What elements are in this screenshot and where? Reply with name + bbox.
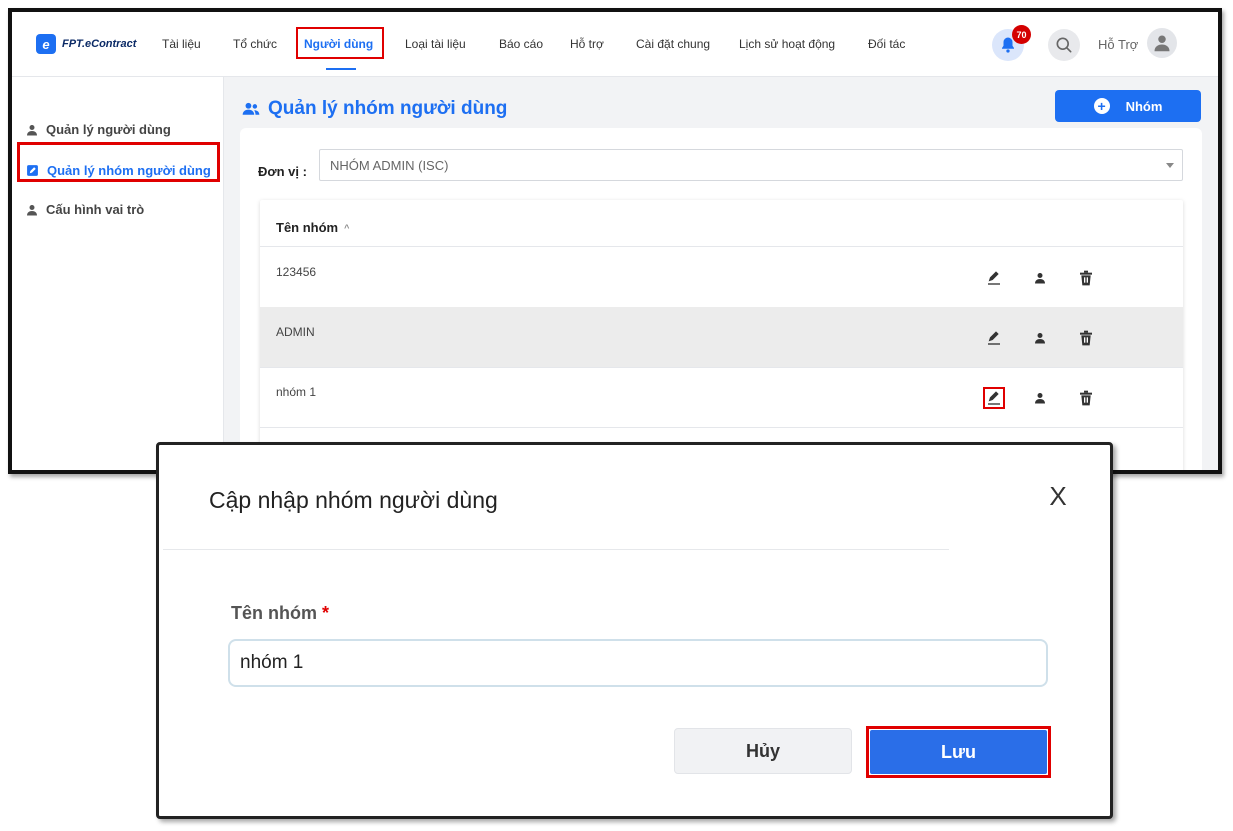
- nav-item-partners[interactable]: Đối tác: [868, 37, 905, 51]
- sort-icon: ^: [344, 222, 350, 233]
- cancel-button[interactable]: Hủy: [674, 728, 852, 774]
- update-group-modal: Cập nhập nhóm người dùng X Tên nhóm * Hủ…: [156, 442, 1113, 819]
- page-title-text: Quản lý nhóm người dùng: [268, 98, 508, 119]
- nav-highlight-box: [296, 27, 384, 59]
- content-card: Đơn vị : NHÓM ADMIN (ISC) Tên nhóm ^ 123…: [240, 128, 1202, 470]
- add-group-button[interactable]: + Nhóm: [1055, 90, 1201, 122]
- brand-name: FPT.eContract: [62, 38, 137, 50]
- trash-icon[interactable]: [1075, 267, 1097, 289]
- group-name-label: Tên nhóm *: [231, 603, 329, 624]
- sidebar: Quản lý người dùng Quản lý nhóm người dù…: [12, 77, 224, 470]
- row-group-name: ADMIN: [276, 325, 315, 339]
- close-icon: X: [1049, 480, 1067, 511]
- trash-icon[interactable]: [1075, 387, 1097, 409]
- group-table: Tên nhóm ^ 123456 ADMIN nhóm 1: [260, 200, 1183, 470]
- table-row: nhóm 1: [260, 367, 1183, 428]
- row-actions: [983, 327, 1097, 349]
- sidebar-item-label: Cấu hình vai trò: [46, 202, 145, 217]
- edit-icon[interactable]: [983, 267, 1005, 289]
- brand-logo[interactable]: e FPT.eContract: [36, 34, 136, 54]
- nav-item-documents[interactable]: Tài liệu: [162, 37, 201, 51]
- user-icon: [27, 204, 37, 215]
- column-header-label: Tên nhóm: [276, 220, 339, 235]
- add-group-label: Nhóm: [1125, 98, 1163, 114]
- modal-divider: [163, 549, 949, 550]
- required-marker: *: [322, 603, 330, 623]
- close-button[interactable]: X: [1043, 481, 1073, 511]
- row-actions: [983, 267, 1097, 289]
- user-icon: [27, 124, 37, 135]
- modal-title: Cập nhập nhóm người dùng: [209, 487, 498, 513]
- unit-label: Đơn vị :: [258, 164, 307, 179]
- user-icon: [1154, 35, 1170, 52]
- sidebar-item-user-management[interactable]: Quản lý người dùng: [26, 122, 171, 137]
- unit-select[interactable]: NHÓM ADMIN (ISC): [319, 149, 1183, 181]
- nav-item-general-settings[interactable]: Cài đặt chung: [636, 37, 710, 51]
- nav-item-reports[interactable]: Báo cáo: [499, 37, 543, 51]
- assign-user-icon[interactable]: [1029, 387, 1051, 409]
- row-actions: [983, 387, 1097, 409]
- plus-icon: +: [1093, 98, 1110, 114]
- top-navigation: e FPT.eContract Tài liệu Tổ chức Người d…: [12, 12, 1218, 77]
- sidebar-item-role-config[interactable]: Cấu hình vai trò: [26, 202, 144, 217]
- search-button[interactable]: [1048, 29, 1080, 61]
- table-row: 123456: [260, 247, 1183, 308]
- chevron-down-icon: [1166, 163, 1174, 168]
- column-header-group-name[interactable]: Tên nhóm ^: [276, 220, 349, 235]
- unit-select-value: NHÓM ADMIN (ISC): [330, 157, 449, 173]
- nav-item-activity-history[interactable]: Lịch sử hoạt động: [739, 37, 835, 51]
- edit-icon[interactable]: [983, 327, 1005, 349]
- assign-user-icon[interactable]: [1029, 327, 1051, 349]
- notification-badge: 70: [1012, 25, 1031, 44]
- nav-item-organization[interactable]: Tổ chức: [233, 37, 277, 51]
- avatar[interactable]: [1147, 28, 1177, 58]
- save-button[interactable]: Lưu: [870, 730, 1047, 774]
- users-icon: [242, 102, 260, 115]
- nav-item-support[interactable]: Hỗ trợ: [570, 37, 604, 51]
- nav-item-document-types[interactable]: Loại tài liệu: [405, 37, 466, 51]
- page-title: Quản lý nhóm người dùng: [242, 98, 507, 120]
- row-group-name: nhóm 1: [276, 385, 317, 399]
- group-name-label-text: Tên nhóm: [231, 603, 317, 623]
- group-name-input[interactable]: [228, 639, 1048, 687]
- econtract-logo-icon: e: [36, 34, 56, 54]
- search-icon: [1056, 37, 1072, 53]
- assign-user-icon[interactable]: [1029, 267, 1051, 289]
- row-group-name: 123456: [276, 265, 317, 279]
- nav-active-underline: [326, 68, 356, 70]
- app-screenshot: e FPT.eContract Tài liệu Tổ chức Người d…: [8, 8, 1222, 474]
- user-name[interactable]: Hỗ Trợ: [1098, 37, 1138, 52]
- trash-icon[interactable]: [1075, 327, 1097, 349]
- sidebar-highlight-box: [17, 142, 220, 182]
- sidebar-item-label: Quản lý người dùng: [46, 122, 171, 137]
- edit-icon[interactable]: [983, 387, 1005, 409]
- table-row: ADMIN: [260, 307, 1183, 368]
